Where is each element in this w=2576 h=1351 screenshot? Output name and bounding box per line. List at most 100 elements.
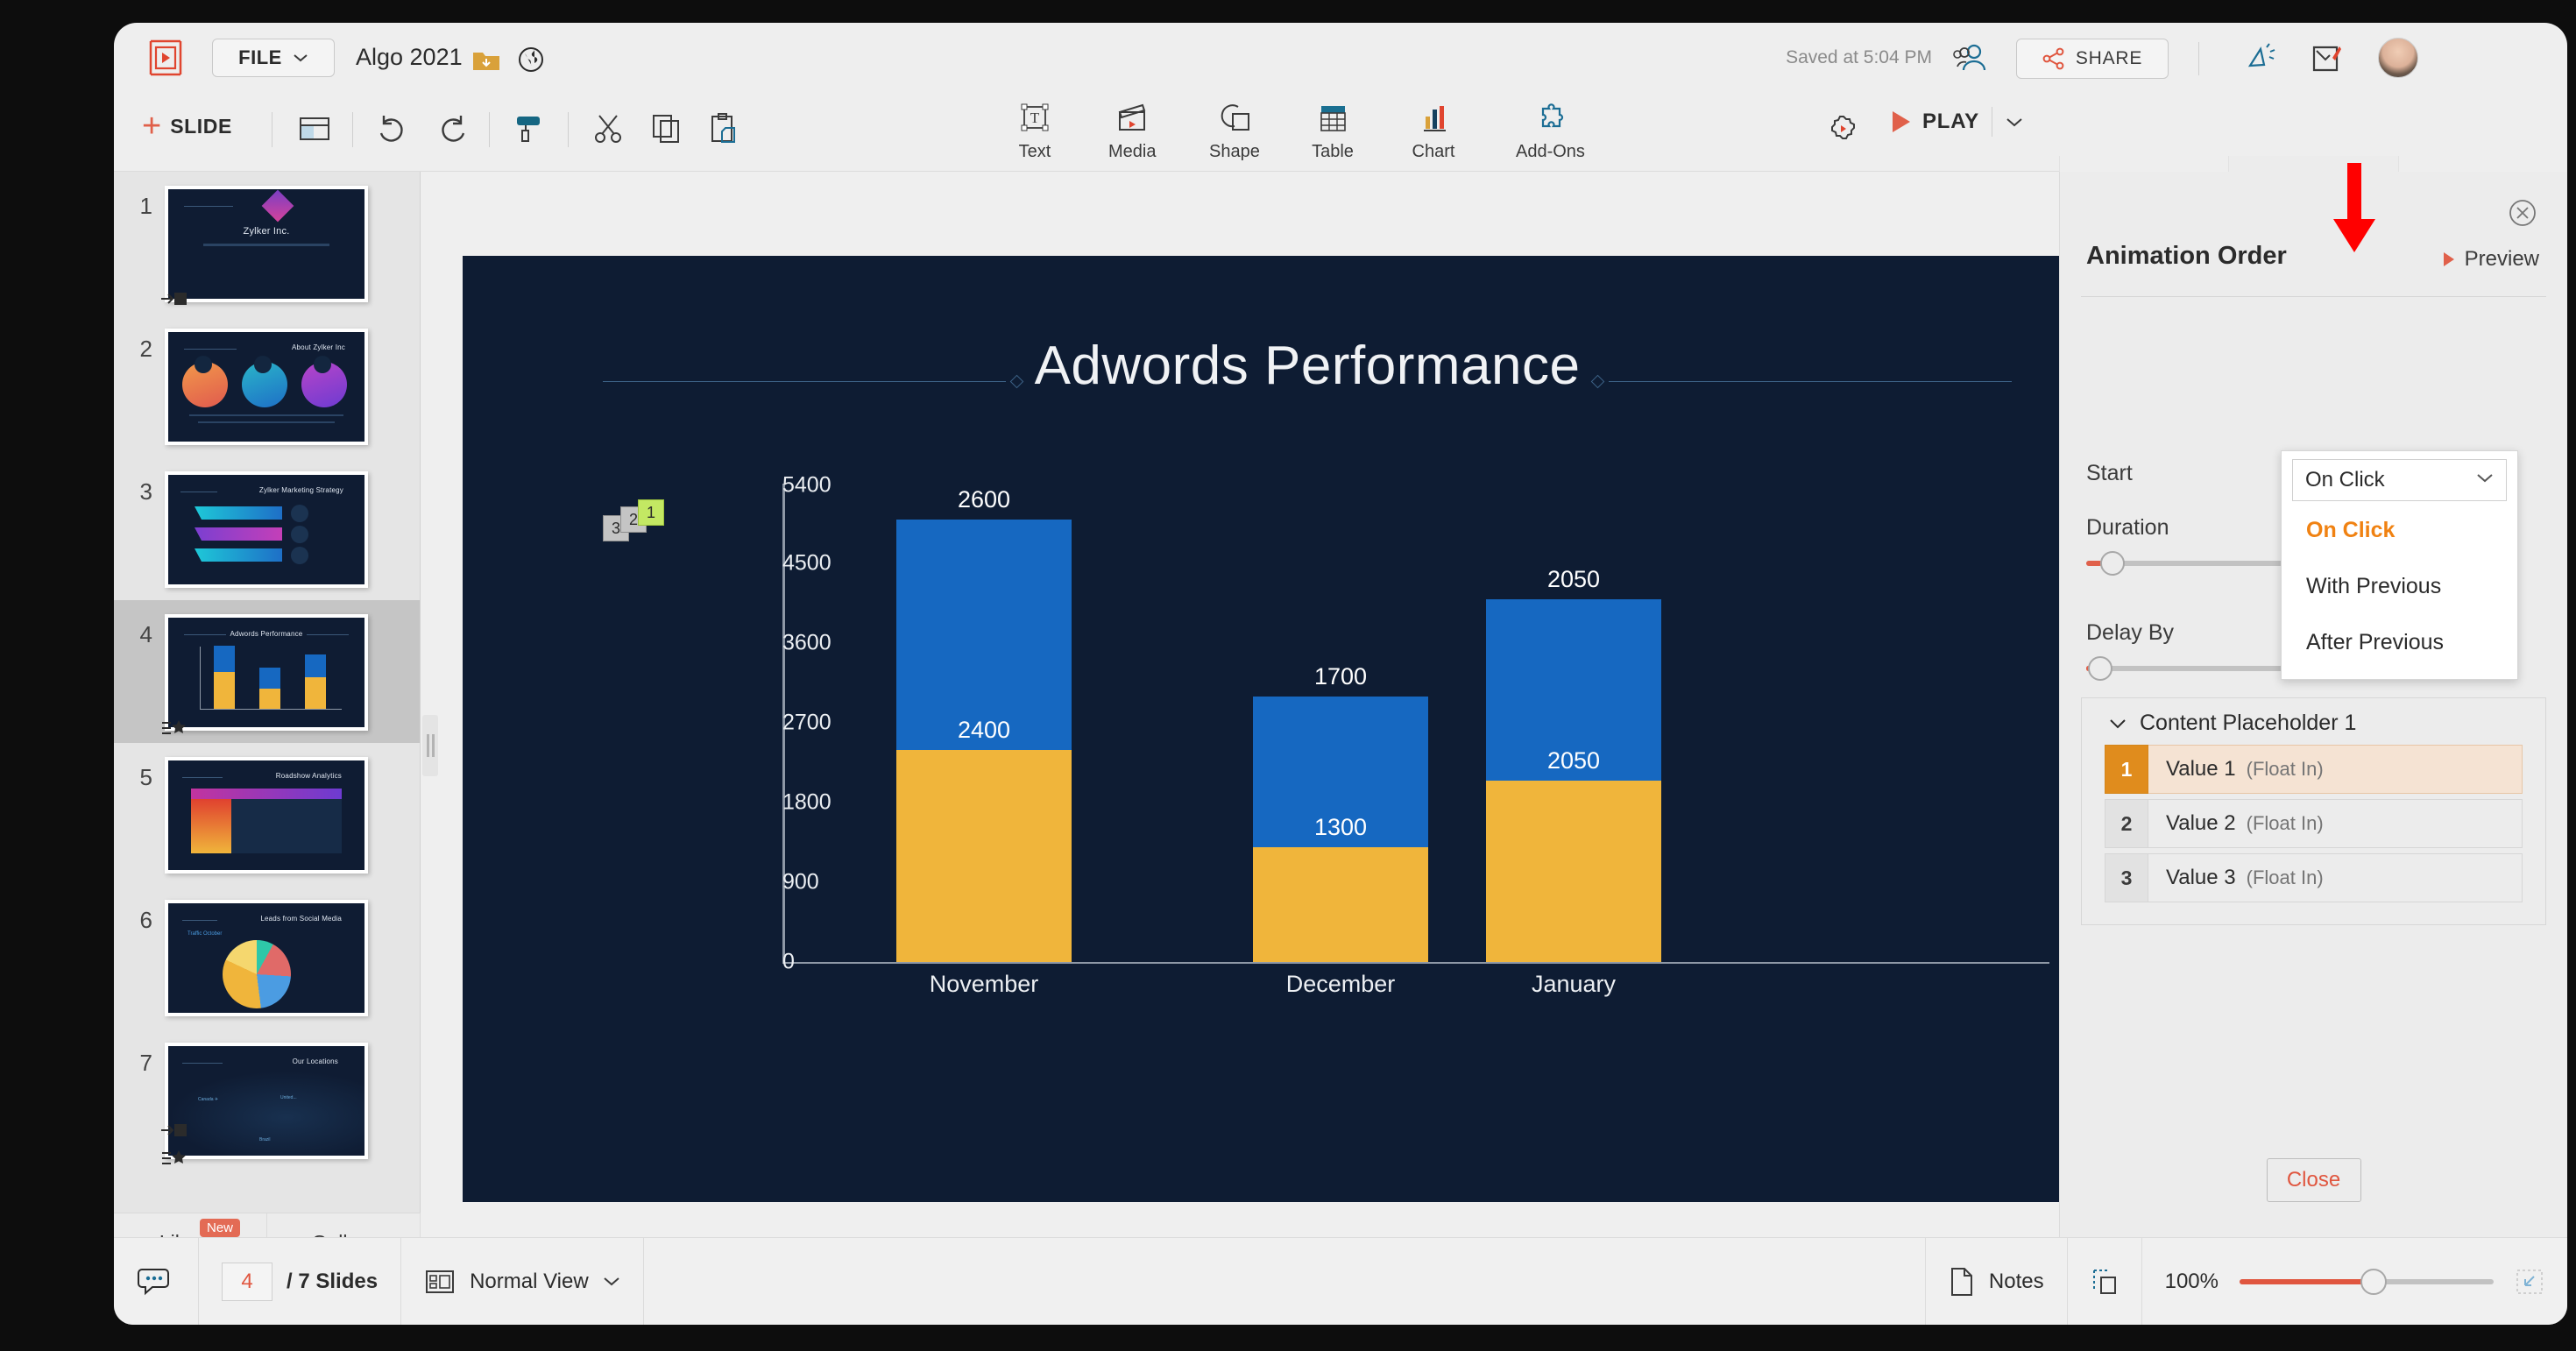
- insert-table-tool[interactable]: Table: [1310, 100, 1355, 165]
- animation-icon: [159, 1147, 189, 1171]
- insert-table-label: Table: [1312, 142, 1354, 162]
- compose-icon[interactable]: [2311, 44, 2344, 75]
- play-chevron-down-icon[interactable]: [2005, 116, 2024, 128]
- start-option-after-previous[interactable]: After Previous: [2282, 614, 2517, 670]
- show-logo-icon[interactable]: [145, 39, 186, 77]
- layout-icon[interactable]: [294, 109, 335, 149]
- announcement-icon[interactable]: [2241, 42, 2278, 77]
- insert-shape-label: Shape: [1209, 142, 1260, 162]
- start-option-on-click[interactable]: On Click: [2282, 502, 2517, 558]
- slide-thumbnail-2[interactable]: 2 About Zylker Inc: [114, 315, 420, 457]
- play-button[interactable]: PLAY: [1893, 107, 2024, 137]
- bar-label-bottom: 2050: [1486, 747, 1661, 775]
- insert-shape-tool[interactable]: Shape: [1209, 100, 1260, 165]
- close-button[interactable]: Close: [2267, 1158, 2361, 1202]
- stacked-bar-chart[interactable]: 3 2 1 0 900 1800 2700 3600 4500 5400 260…: [603, 484, 2066, 1053]
- bar-december[interactable]: 1700 1300: [1253, 697, 1428, 962]
- active-slide[interactable]: Adwords Performance 3 2 1 0 900 180: [463, 256, 2152, 1202]
- insert-addons-label: Add-Ons: [1516, 142, 1585, 162]
- animation-item-text: Value 3 (Float In): [2148, 853, 2523, 902]
- cut-icon[interactable]: [589, 109, 629, 149]
- animate-panel: Animation Order Preview Start Duration D…: [2059, 172, 2567, 1237]
- comments-button[interactable]: [114, 1238, 199, 1325]
- bar-november[interactable]: 2600 2400: [896, 520, 1072, 962]
- close-icon[interactable]: [2508, 198, 2537, 228]
- slide-canvas-area: Adwords Performance 3 2 1 0 900 180: [421, 172, 2059, 1237]
- animation-icon: [159, 717, 189, 741]
- fullscreen-icon[interactable]: [2515, 1268, 2544, 1296]
- paste-icon[interactable]: [704, 109, 745, 149]
- slide-title[interactable]: Adwords Performance: [463, 335, 2152, 397]
- bar-segment-bottom: 2400: [896, 750, 1072, 962]
- slide-thumbnail-panel[interactable]: 1 Zylker Inc. 2 About Zylker Inc: [114, 172, 421, 1237]
- bar-chart-icon: [1411, 100, 1456, 138]
- slide-number: 7: [114, 1043, 165, 1077]
- add-slide-button[interactable]: + SLIDE: [142, 114, 232, 138]
- save-status: Saved at 5:04 PM: [1786, 47, 1932, 68]
- fit-to-slide-button[interactable]: [2068, 1238, 2142, 1325]
- group-label: Content Placeholder 1: [2140, 711, 2356, 736]
- toolbar-divider: [568, 112, 569, 147]
- panel-resize-handle[interactable]: [422, 715, 438, 776]
- new-badge: New: [200, 1219, 240, 1237]
- preview-label: Preview: [2465, 247, 2539, 272]
- insert-addons-tool[interactable]: Add-Ons: [1516, 100, 1585, 165]
- slide-thumbnail-7[interactable]: 7 Our Locations Canada ✈ United... Brazi…: [114, 1029, 420, 1171]
- insert-text-tool[interactable]: T Text: [1012, 100, 1058, 165]
- globe-icon[interactable]: [517, 46, 545, 74]
- slide-preview: Roadshow Analytics: [165, 757, 368, 874]
- document-title[interactable]: Algo 2021: [356, 44, 463, 71]
- puzzle-piece-icon: [1527, 100, 1573, 138]
- insert-chart-tool[interactable]: Chart: [1411, 100, 1456, 165]
- slide-number: 2: [114, 329, 165, 363]
- slide-number: 4: [114, 614, 165, 648]
- share-label: SHARE: [2076, 48, 2142, 69]
- slide-preview: Zylker Inc.: [165, 186, 368, 302]
- zoom-slider[interactable]: [2240, 1279, 2494, 1284]
- move-to-folder-icon[interactable]: [471, 47, 501, 74]
- comment-icon: [137, 1264, 175, 1299]
- start-select[interactable]: On Click: [2292, 459, 2507, 501]
- slide-number: 3: [114, 471, 165, 506]
- animation-item-1[interactable]: 1 Value 1 (Float In): [2105, 745, 2523, 794]
- add-slide-label: SLIDE: [170, 115, 232, 138]
- animation-item-2[interactable]: 2 Value 2 (Float In): [2105, 799, 2523, 848]
- format-painter-icon[interactable]: [510, 109, 550, 149]
- user-avatar[interactable]: [2378, 38, 2418, 78]
- slide-thumbnail-3[interactable]: 3 Zylker Marketing Strategy: [114, 457, 420, 600]
- zoom-control[interactable]: 100%: [2142, 1238, 2567, 1325]
- animation-item-3[interactable]: 3 Value 3 (Float In): [2105, 853, 2523, 902]
- redo-icon[interactable]: [431, 109, 471, 149]
- current-slide-number[interactable]: 4: [222, 1263, 272, 1301]
- text-box-icon: T: [1012, 100, 1058, 138]
- slide-thumbnail-5[interactable]: 5 Roadshow Analytics: [114, 743, 420, 886]
- insert-media-tool[interactable]: Media: [1108, 100, 1156, 165]
- undo-icon[interactable]: [373, 109, 414, 149]
- bar-label-bottom: 2400: [896, 717, 1072, 744]
- shape-icon: [1212, 100, 1257, 138]
- delay-label: Delay By: [2086, 620, 2174, 646]
- collaborators-icon[interactable]: [1951, 42, 1993, 75]
- slide-thumbnail-6[interactable]: 6 Leads from Social Media Traffic Octobe…: [114, 886, 420, 1029]
- animation-badge-1[interactable]: 1: [638, 499, 664, 526]
- copy-icon[interactable]: [647, 109, 687, 149]
- group-header[interactable]: Content Placeholder 1: [2082, 698, 2545, 745]
- preview-button[interactable]: Preview: [2444, 247, 2539, 272]
- file-menu-button[interactable]: FILE: [212, 39, 335, 77]
- share-button[interactable]: SHARE: [2016, 39, 2169, 79]
- slide-thumbnail-1[interactable]: 1 Zylker Inc.: [114, 172, 420, 315]
- notes-icon: [1949, 1266, 1975, 1298]
- insert-chart-label: Chart: [1412, 142, 1455, 162]
- slide-counter[interactable]: 4 / 7 Slides: [199, 1238, 401, 1325]
- slide-preview: Adwords Performance: [165, 614, 368, 731]
- animation-order-number: 1: [2105, 745, 2148, 794]
- notes-button[interactable]: Notes: [1925, 1238, 2068, 1325]
- slide-annotation-icons: [159, 717, 189, 741]
- bar-label-bottom: 1300: [1253, 814, 1428, 841]
- slide-thumbnail-4[interactable]: 4 Adwords Performance: [114, 600, 420, 743]
- bar-january[interactable]: 2050 2050: [1486, 599, 1661, 962]
- view-mode-selector[interactable]: Normal View: [401, 1238, 644, 1325]
- gear-icon[interactable]: [1825, 110, 1862, 147]
- chevron-down-icon: [2108, 718, 2127, 730]
- start-option-with-previous[interactable]: With Previous: [2282, 558, 2517, 614]
